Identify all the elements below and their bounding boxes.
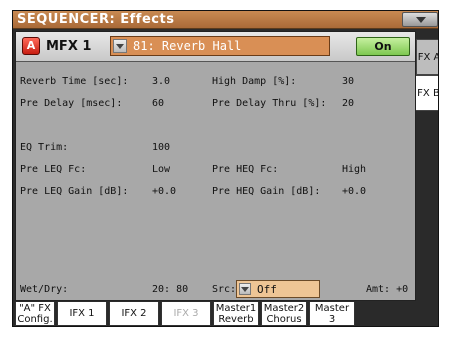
high-damp-label: High Damp [%]: — [212, 76, 297, 87]
eq-trim-value[interactable]: 100 — [152, 142, 170, 153]
pre-delay-value[interactable]: 60 — [152, 98, 164, 109]
pre-leq-gain-label: Pre LEQ Gain [dB]: — [20, 186, 129, 197]
eq-trim-label: EQ Trim: — [20, 142, 69, 153]
chevron-down-icon[interactable] — [113, 39, 127, 53]
tab-a-fx-config[interactable]: "A" FX Config. — [15, 302, 55, 326]
tab-label-line1: "A" FX — [19, 302, 51, 314]
reverb-time-value[interactable]: 3.0 — [152, 76, 170, 87]
effect-header: A MFX 1 81: Reverb Hall On — [16, 32, 415, 62]
pre-delay-label: Pre Delay [msec]: — [20, 98, 123, 109]
bottom-tab-bar: "A" FX Config. IFX 1 IFX 2 IFX 3 Master1… — [13, 302, 438, 326]
title-bar: SEQUENCER: Effects — [13, 11, 438, 29]
effect-type-dropdown[interactable]: 81: Reverb Hall — [110, 36, 330, 56]
tab-label-line1: Master1 — [215, 302, 257, 314]
pre-heq-fc-label: Pre HEQ Fc: — [212, 164, 279, 175]
tab-master2-chorus[interactable]: Master2 Chorus — [261, 302, 307, 326]
wet-dry-label: Wet/Dry: — [20, 284, 69, 295]
tab-master1-reverb[interactable]: Master1 Reverb — [213, 302, 259, 326]
reverb-time-label: Reverb Time [sec]: — [20, 76, 129, 87]
chevron-down-icon[interactable] — [239, 283, 251, 295]
page-menu-button[interactable] — [402, 12, 438, 27]
pre-delay-thru-label: Pre Delay Thru [%]: — [212, 98, 327, 109]
high-damp-value[interactable]: 30 — [342, 76, 354, 87]
pre-heq-fc-value[interactable]: High — [342, 164, 366, 175]
tab-fx-a[interactable]: FX A — [416, 39, 438, 75]
tab-label-line1: Master — [314, 302, 350, 314]
effect-on-button[interactable]: On — [356, 37, 410, 56]
pre-delay-thru-value[interactable]: 20 — [342, 98, 354, 109]
src-label: Src: — [212, 284, 237, 295]
tab-label-line1: Master2 — [263, 302, 305, 314]
tab-label-line2: Chorus — [266, 313, 302, 325]
tab-ifx-3: IFX 3 — [161, 302, 211, 326]
tab-label-line2: Config. — [17, 313, 53, 325]
tab-master-3[interactable]: Master 3 — [309, 302, 355, 326]
pre-leq-gain-value[interactable]: +0.0 — [152, 186, 176, 197]
pre-leq-fc-value[interactable]: Low — [152, 164, 170, 175]
pre-heq-gain-label: Pre HEQ Gain [dB]: — [212, 186, 321, 197]
tab-ifx-2[interactable]: IFX 2 — [109, 302, 159, 326]
sequencer-effects-screen: SEQUENCER: Effects A MFX 1 81: Reverb Ha… — [12, 10, 439, 327]
pre-leq-fc-label: Pre LEQ Fc: — [20, 164, 87, 175]
effect-edit-panel: A MFX 1 81: Reverb Hall On Reverb Time [… — [15, 31, 416, 301]
fx-group-a-button[interactable]: A — [22, 37, 40, 55]
tab-ifx-1[interactable]: IFX 1 — [57, 302, 107, 326]
pre-heq-gain-value[interactable]: +0.0 — [342, 186, 366, 197]
mfx-label: MFX 1 — [46, 39, 92, 54]
tab-fx-b[interactable]: FX B — [416, 75, 438, 111]
src-value: Off — [257, 283, 277, 296]
effect-type-value: 81: Reverb Hall — [133, 39, 242, 53]
tab-label-line2: Reverb — [218, 313, 254, 325]
amt-value[interactable]: Amt: +0 — [366, 284, 408, 295]
src-dropdown[interactable]: Off — [236, 280, 320, 298]
tab-label-line2: 3 — [328, 313, 336, 325]
page-title: SEQUENCER: Effects — [17, 12, 175, 27]
wet-dry-value[interactable]: 20: 80 — [152, 284, 188, 295]
